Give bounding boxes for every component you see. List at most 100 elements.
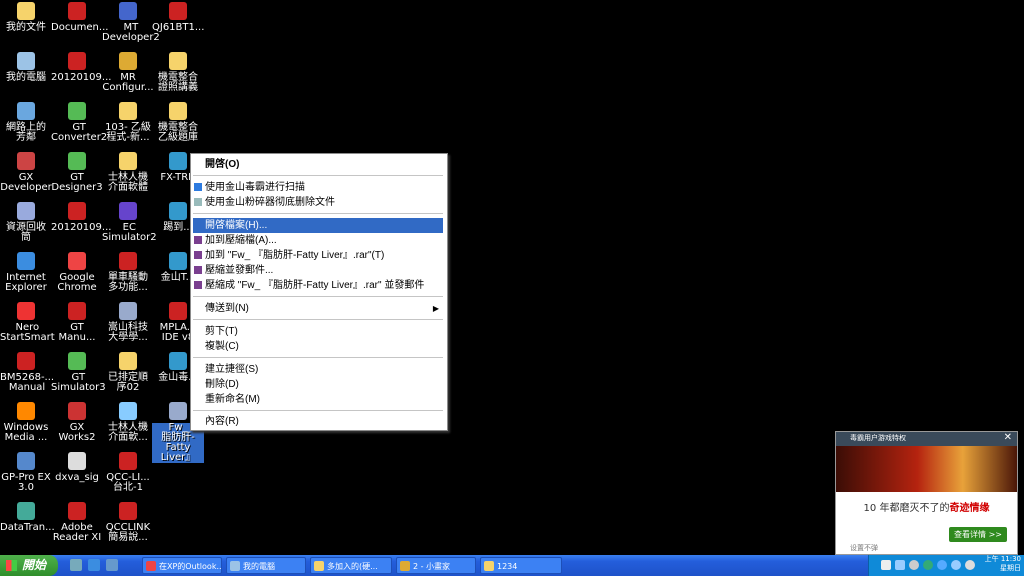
- desktop-icon[interactable]: dxva_sig: [51, 450, 103, 483]
- desktop-icon[interactable]: GT Converter2: [51, 100, 107, 143]
- menu-item-send-to[interactable]: 傳送到(N) ▶: [193, 301, 443, 316]
- system-tray: 上午 11:30 星期日: [868, 555, 1024, 576]
- menu-item-rename[interactable]: 重新命名(M): [193, 392, 443, 407]
- taskbar-window-button[interactable]: 1234: [480, 557, 562, 574]
- menu-item-compress-email[interactable]: 壓縮並發郵件...: [193, 263, 443, 278]
- desktop-icon[interactable]: 士林人機 介面軟體: [102, 150, 154, 193]
- desktop-icon[interactable]: DataTran...: [0, 500, 55, 533]
- desktop-icon-label: Internet Explorer: [5, 272, 47, 293]
- desktop-icon[interactable]: Internet Explorer: [0, 250, 52, 293]
- submenu-arrow-icon: ▶: [432, 304, 439, 313]
- desktop-icon[interactable]: GP-Pro EX 3.0: [0, 450, 52, 493]
- menu-item-add-to-archive[interactable]: 加到壓縮檔(A)...: [193, 233, 443, 248]
- desktop-icon[interactable]: Windows Media ...: [0, 400, 52, 443]
- desktop-icon[interactable]: QJ61BT1...: [152, 0, 204, 33]
- desktop-icon[interactable]: QCC-LI... 台北-1: [102, 450, 154, 493]
- taskbar-window-button[interactable]: 在XP的Outlook...: [142, 557, 222, 574]
- taskbar-button-label: 在XP的Outlook...: [159, 562, 222, 571]
- desktop-icon[interactable]: 20120109...: [51, 50, 111, 83]
- taskbar-window-button[interactable]: 多加入的(硬...: [310, 557, 392, 574]
- taskbar-button-label: 1234: [497, 562, 518, 571]
- desktop-icon-image: [68, 102, 86, 120]
- desktop-icon-image: [68, 402, 86, 420]
- taskbar-window-button[interactable]: 我的電腦: [226, 557, 306, 574]
- popup-close-icon[interactable]: ✕: [1004, 432, 1012, 443]
- desktop-icon-image: [119, 252, 137, 270]
- menu-item-cut[interactable]: 剪下(T): [193, 324, 443, 339]
- desktop-icon-label: QJ61BT1...: [152, 22, 205, 33]
- tray-app-icon[interactable]: [965, 560, 975, 570]
- desktop-icon[interactable]: QCCLINK 簡易說...: [102, 500, 154, 543]
- desktop-icon-label: dxva_sig: [55, 472, 99, 483]
- desktop-icon[interactable]: GT Manu...: [51, 300, 103, 343]
- menu-separator: [193, 296, 443, 297]
- desktop[interactable]: 我的文件我的電腦網路上的 芳鄰 GX Developer 資源回收 筒 Interne…: [0, 0, 1024, 555]
- menu-item-kingsoft-scan[interactable]: 使用金山毒霸进行扫描: [193, 180, 443, 195]
- desktop-icon-image: [17, 202, 35, 220]
- desktop-icon[interactable]: 20120109...: [51, 200, 111, 233]
- desktop-icon-image: [169, 152, 187, 170]
- taskbar-window-button[interactable]: 2 - 小畫家: [396, 557, 476, 574]
- desktop-icon[interactable]: 士林人機 介面軟...: [102, 400, 154, 443]
- desktop-icon-label: 我的電腦: [6, 72, 46, 83]
- show-desktop-icon[interactable]: [70, 559, 82, 571]
- shredder-icon: [194, 198, 202, 206]
- desktop-icon[interactable]: EC Simulator2: [102, 200, 157, 243]
- internet-explorer-icon[interactable]: [88, 559, 100, 571]
- desktop-icon[interactable]: 我的文件: [0, 0, 52, 33]
- menu-item-create-shortcut[interactable]: 建立捷徑(S): [193, 362, 443, 377]
- desktop-icon[interactable]: 單車騷動 多功能...: [102, 250, 154, 293]
- quick-launch-icon[interactable]: [106, 559, 118, 571]
- menu-item-open[interactable]: 開啓(O): [193, 157, 443, 172]
- desktop-icon-label: Nero StartSmart: [0, 322, 55, 343]
- volume-icon[interactable]: [909, 560, 919, 570]
- menu-item-open-file[interactable]: 開啓檔案(H)...: [193, 218, 443, 233]
- desktop-icon-image: [169, 102, 187, 120]
- popup-no-show-checkbox[interactable]: 设置不弹: [850, 543, 878, 553]
- desktop-icon-label: QCC-LI... 台北-1: [106, 472, 150, 493]
- desktop-icon[interactable]: 網路上的 芳鄰: [0, 100, 52, 143]
- popup-details-button[interactable]: 查看详情 >>: [949, 527, 1007, 542]
- desktop-icon[interactable]: GT Designer3: [51, 150, 103, 193]
- desktop-icon[interactable]: GX Developer: [0, 150, 52, 193]
- menu-item-compress-rar-email[interactable]: 壓縮成 "Fw_ 『脂肪肝-Fatty Liver』.rar" 並發郵件: [193, 278, 443, 293]
- help-icon[interactable]: [881, 560, 891, 570]
- notification-icon[interactable]: [895, 560, 905, 570]
- desktop-icon[interactable]: 機電整合 乙級題庫: [152, 100, 204, 143]
- desktop-icon[interactable]: GT Simulator3: [51, 350, 106, 393]
- desktop-icon[interactable]: 機電整合 證照講義: [152, 50, 204, 93]
- menu-item-delete[interactable]: 刪除(D): [193, 377, 443, 392]
- desktop-icon[interactable]: MT Developer2: [102, 0, 160, 43]
- menu-item-kingsoft-shred[interactable]: 使用金山粉碎器彻底删除文件: [193, 195, 443, 210]
- kingsoft-tray-icon[interactable]: [937, 560, 947, 570]
- desktop-icon[interactable]: Adobe Reader XI: [51, 500, 103, 543]
- desktop-icon[interactable]: Documen...: [51, 0, 108, 33]
- desktop-icon-label: 士林人機 介面軟體: [108, 172, 148, 193]
- menu-item-copy[interactable]: 複製(C): [193, 339, 443, 354]
- desktop-icon[interactable]: 資源回收 筒: [0, 200, 52, 243]
- desktop-icon-label: GT Converter2: [51, 122, 108, 143]
- desktop-icon[interactable]: 嵩山科技 大學學...: [102, 300, 154, 343]
- menu-item-properties[interactable]: 內容(R): [193, 414, 443, 429]
- desktop-icon[interactable]: MR Configur...: [102, 50, 154, 93]
- taskbar-app-icon: [314, 561, 324, 571]
- desktop-icon[interactable]: GX Works2: [51, 400, 103, 443]
- desktop-icon[interactable]: Google Chrome: [51, 250, 103, 293]
- desktop-icon[interactable]: BM5268-... Manual: [0, 350, 54, 393]
- desktop-icon[interactable]: 已排定順 序02: [102, 350, 154, 393]
- desktop-icon[interactable]: 我的電腦: [0, 50, 52, 83]
- desktop-icon-image: [169, 252, 187, 270]
- start-button[interactable]: 開始: [0, 555, 58, 576]
- popup-banner-image[interactable]: [836, 446, 1017, 492]
- desktop-icon-image: [169, 2, 187, 20]
- clock-time: 上午 11:30: [984, 555, 1021, 563]
- network-icon[interactable]: [951, 560, 961, 570]
- security-shield-icon[interactable]: [923, 560, 933, 570]
- desktop-icon-image: [169, 202, 187, 220]
- system-clock[interactable]: 上午 11:30 星期日: [985, 555, 1021, 573]
- desktop-icon-image: [17, 52, 35, 70]
- desktop-icon[interactable]: Nero StartSmart: [0, 300, 55, 343]
- desktop-icon-image: [119, 502, 137, 520]
- menu-item-add-to-rar[interactable]: 加到 "Fw_ 『脂肪肝-Fatty Liver』.rar"(T): [193, 248, 443, 263]
- desktop-icon[interactable]: 103- 乙級 程式-新...: [102, 100, 154, 143]
